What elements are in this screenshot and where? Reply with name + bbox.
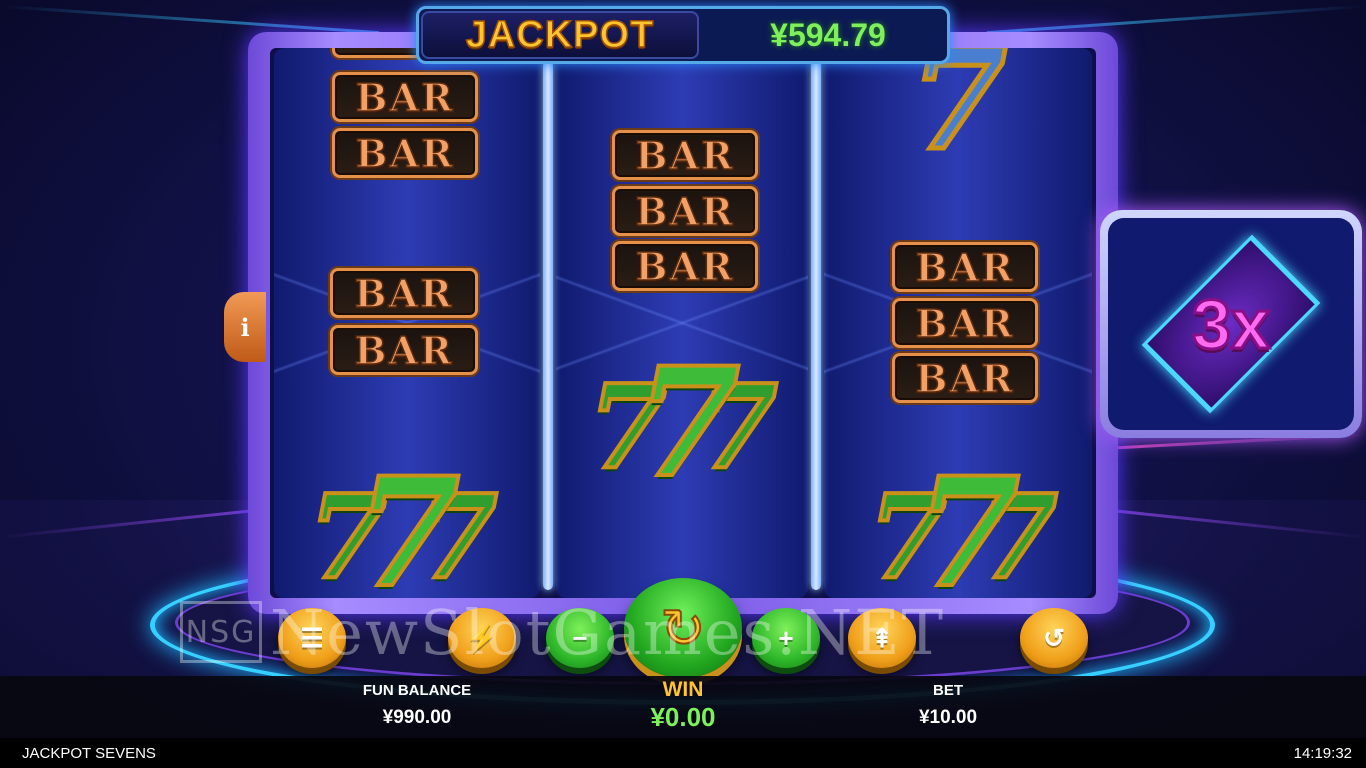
bet-display: BET ¥10.00 (880, 676, 1016, 729)
lightning-icon: ⚡ (465, 622, 499, 653)
bar-symbol: BAR (330, 268, 478, 318)
triple-seven-symbol: 777 (866, 445, 1060, 598)
bar-symbol: BAR (892, 242, 1038, 292)
info-icon: i (240, 312, 250, 342)
multiplier-reel: 3x (1100, 210, 1362, 438)
jackpot-amount: ¥594.79 (770, 16, 886, 53)
bar-symbol: BAR (612, 186, 758, 236)
jackpot-banner: JACKPOT ¥594.79 (416, 6, 950, 64)
win-display: WIN ¥0.00 (600, 676, 766, 733)
bar-symbol: BAR (892, 353, 1038, 403)
bet-value: ¥10.00 (918, 707, 978, 728)
plus-icon: + (778, 622, 794, 653)
triple-seven-symbol: 777 (306, 445, 500, 598)
bet-label: BET (933, 682, 963, 699)
spin-button[interactable]: ↻ (624, 578, 742, 678)
win-label: WIN (662, 678, 704, 701)
bar-symbol: BAR (332, 128, 478, 178)
blue-seven-symbol: 7 (907, 48, 1009, 182)
clock: 14:19:32 (1293, 744, 1352, 762)
coin-stack-icon: ⇞ (871, 622, 893, 653)
reel-divider (811, 60, 821, 590)
light-streak (986, 4, 1366, 35)
decrease-bet-button[interactable]: − (546, 608, 614, 668)
turbo-button[interactable]: ⚡ (448, 608, 516, 668)
multiplier-value: 3x (1191, 284, 1272, 365)
jackpot-label: JACKPOT (465, 13, 655, 57)
balance-display: FUN BALANCE ¥990.00 (330, 676, 504, 729)
status-bar: JACKPOT SEVENS 14:19:32 (0, 738, 1366, 768)
bar-symbol: BAR (892, 298, 1038, 348)
multiplier-window: 3x (1108, 218, 1354, 430)
win-value: ¥0.00 (650, 702, 716, 732)
minus-icon: − (572, 622, 588, 653)
balance-label: FUN BALANCE (362, 682, 472, 699)
reel-1: BAR BAR BAR BAR BAR 777 (274, 48, 540, 598)
game-title: JACKPOT SEVENS (22, 744, 156, 762)
reel-3: 7 BAR BAR BAR 777 (824, 48, 1092, 598)
light-streak (0, 4, 380, 35)
bar-symbol: BAR (330, 325, 478, 375)
menu-icon: ☰ (300, 622, 324, 653)
refresh-icon: ↻ (659, 598, 706, 660)
autoplay-icon: ↺ (1043, 622, 1065, 653)
bar-symbol: BAR (332, 72, 478, 122)
menu-button[interactable]: ☰ (278, 608, 346, 668)
triple-seven-symbol: 777 (586, 335, 780, 511)
bar-symbol: BAR (612, 130, 758, 180)
jackpot-label-box: JACKPOT (421, 11, 699, 59)
info-bar: FUN BALANCE ¥990.00 WIN ¥0.00 BET ¥10.00 (0, 676, 1366, 738)
increase-bet-button[interactable]: + (752, 608, 820, 668)
info-button[interactable]: i (224, 292, 266, 362)
reel-divider (543, 60, 553, 590)
reel-2: BAR BAR BAR 777 (556, 48, 808, 598)
balance-value: ¥990.00 (382, 707, 452, 728)
bar-symbol: BAR (612, 241, 758, 291)
autoplay-button[interactable]: ↺ (1020, 608, 1088, 668)
max-bet-button[interactable]: ⇞ (848, 608, 916, 668)
